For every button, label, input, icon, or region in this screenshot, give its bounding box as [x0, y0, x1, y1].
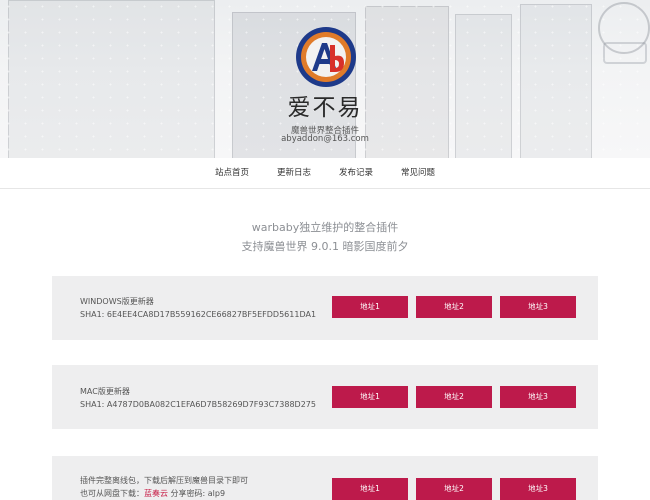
card-sha1: SHA1: A4787D0BA082C1EFA6D7B58269D7F93C73… [80, 400, 316, 409]
background-decoration [603, 42, 647, 64]
lanzou-link[interactable]: 蓝奏云 [144, 489, 168, 498]
nav-releases[interactable]: 发布记录 [325, 158, 387, 188]
download-card-windows: WINDOWS版更新器 SHA1: 6E4EE4CA8D17B559162CE6… [52, 276, 598, 340]
download-link-3-button[interactable]: 地址3 [500, 478, 576, 500]
card-text: 插件完整离线包，下载后解压到魔兽目录下即可 也可从网盘下载：蓝奏云 分享密码: … [80, 474, 248, 500]
download-link-1-button[interactable]: 地址1 [332, 478, 408, 500]
hero-banner: 爱不易 魔兽世界整合插件 abyaddon@163.com [0, 0, 650, 158]
card-title: MAC版更新器 [80, 387, 130, 396]
nav-faq[interactable]: 常见问题 [387, 158, 449, 188]
card-title: WINDOWS版更新器 [80, 297, 154, 306]
nav-home[interactable]: 站点首页 [201, 158, 263, 188]
download-card-mac: MAC版更新器 SHA1: A4787D0BA082C1EFA6D7B58269… [52, 365, 598, 429]
intro-line-1: warbaby独立维护的整合插件 [251, 221, 399, 234]
intro-line-2: 支持魔兽世界 9.0.1 暗影国度前夕 [241, 240, 409, 253]
contact-email: abyaddon@163.com [281, 134, 369, 144]
download-card-offline-package: 插件完整离线包，下载后解压到魔兽目录下即可 也可从网盘下载：蓝奏云 分享密码: … [52, 456, 598, 500]
download-link-3-button[interactable]: 地址3 [500, 386, 576, 408]
card-text: WINDOWS版更新器 SHA1: 6E4EE4CA8D17B559162CE6… [80, 295, 316, 321]
download-link-1-button[interactable]: 地址1 [332, 386, 408, 408]
download-link-2-button[interactable]: 地址2 [416, 296, 492, 318]
intro: warbaby独立维护的整合插件 支持魔兽世界 9.0.1 暗影国度前夕 [0, 219, 650, 254]
card-netdisk-line: 也可从网盘下载：蓝奏云 分享密码: alp9 [80, 487, 248, 500]
card-sha1: SHA1: 6E4EE4CA8D17B559162CE66827BF5EFDD5… [80, 310, 317, 319]
netdisk-prefix: 也可从网盘下载： [80, 489, 144, 498]
download-link-3-button[interactable]: 地址3 [500, 296, 576, 318]
logo [296, 27, 356, 87]
download-link-1-button[interactable]: 地址1 [332, 296, 408, 318]
download-link-2-button[interactable]: 地址2 [416, 386, 492, 408]
main-nav: 站点首页 更新日志 发布记录 常见问题 [0, 158, 650, 189]
brand-name: 爱不易 [287, 95, 363, 121]
nav-changelog[interactable]: 更新日志 [263, 158, 325, 188]
card-text: MAC版更新器 SHA1: A4787D0BA082C1EFA6D7B58269… [80, 385, 316, 411]
share-password: 分享密码: alp9 [168, 489, 226, 498]
card-description: 插件完整离线包，下载后解压到魔兽目录下即可 [80, 476, 248, 485]
download-link-2-button[interactable]: 地址2 [416, 478, 492, 500]
